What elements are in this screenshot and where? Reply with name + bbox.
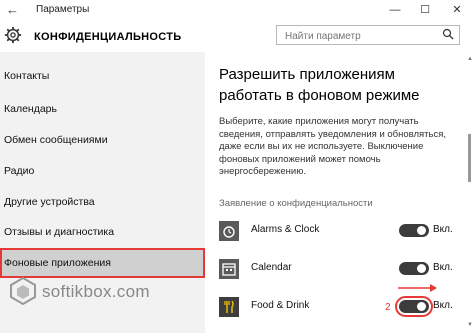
- watermark: softikbox.com: [0, 270, 190, 310]
- search-box[interactable]: [276, 25, 460, 46]
- toggle-knob: [417, 302, 426, 311]
- section-description: Выберите, какие приложения могут получат…: [219, 116, 446, 177]
- section-title: Разрешить приложениям работать в фоновом…: [219, 66, 420, 104]
- sidebar-item-calendar[interactable]: Календарь: [0, 99, 205, 119]
- search-input[interactable]: [283, 27, 437, 46]
- sidebar-item-messaging[interactable]: Обмен сообщениями: [0, 130, 205, 150]
- app-row-calendar: Calendar Вкл.: [219, 257, 469, 281]
- food-drink-icon: [219, 297, 239, 317]
- gear-icon: [4, 26, 22, 44]
- scrollbar[interactable]: ▲ ▼: [466, 52, 474, 333]
- app-row-alarms: Alarms & Clock Вкл.: [219, 219, 469, 243]
- toggle-switch[interactable]: [395, 296, 433, 317]
- app-row-food-drink: Food & Drink Вкл.: [219, 295, 469, 319]
- window-title: Параметры: [36, 4, 90, 15]
- toggle-state-label: Вкл.: [433, 224, 453, 235]
- sidebar-scroll-cutoff: [0, 52, 205, 60]
- scroll-thumb[interactable]: [468, 134, 471, 182]
- search-icon[interactable]: [442, 28, 454, 40]
- close-button[interactable]: ✕: [446, 0, 468, 20]
- back-arrow-icon[interactable]: ←: [6, 2, 19, 17]
- app-name: Alarms & Clock: [251, 224, 320, 235]
- scroll-down-icon[interactable]: ▼: [467, 322, 473, 328]
- toggle-state-label: Вкл.: [433, 262, 453, 273]
- alarm-clock-icon: [219, 221, 239, 241]
- toggle-switch[interactable]: [399, 224, 429, 237]
- calendar-icon: [219, 259, 239, 279]
- privacy-statement-link[interactable]: Заявление о конфиденциальности: [219, 198, 373, 209]
- watermark-text: softikbox.com: [42, 282, 150, 301]
- toggle-switch[interactable]: [399, 262, 429, 275]
- sidebar-item-other-devices[interactable]: Другие устройства: [0, 192, 205, 212]
- toggle-knob: [417, 264, 426, 273]
- app-name: Food & Drink: [251, 300, 310, 311]
- watermark-logo-icon: [10, 276, 36, 306]
- sidebar-item-feedback[interactable]: Отзывы и диагностика: [0, 222, 205, 242]
- sidebar-item-contacts[interactable]: Контакты: [0, 66, 205, 86]
- minimize-button[interactable]: —: [384, 0, 406, 20]
- annotation-marker-2: 2: [385, 302, 391, 313]
- title-bar: ← Параметры — ☐ ✕: [0, 0, 474, 20]
- scroll-up-icon[interactable]: ▲: [467, 56, 473, 62]
- sidebar-item-radio[interactable]: Радио: [0, 161, 205, 181]
- page-title: КОНФИДЕНЦИАЛЬНОСТЬ: [34, 31, 182, 43]
- toggle-knob: [417, 226, 426, 235]
- annotation-arrow-icon: [398, 284, 437, 292]
- app-name: Calendar: [251, 262, 292, 273]
- toggle-state-label: Вкл.: [433, 300, 453, 311]
- maximize-button[interactable]: ☐: [414, 0, 436, 20]
